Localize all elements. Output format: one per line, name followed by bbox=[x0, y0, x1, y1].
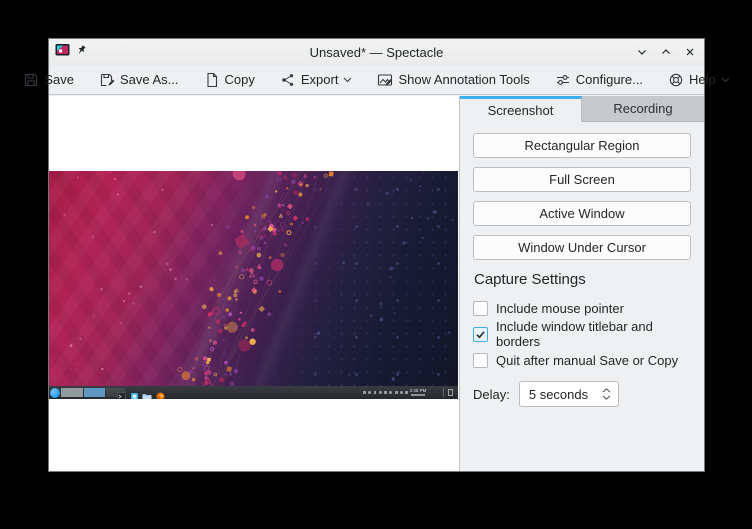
pin-icon bbox=[76, 43, 87, 61]
delay-label: Delay: bbox=[473, 387, 510, 402]
spectacle-app-icon bbox=[55, 43, 70, 62]
capture-settings-heading: Capture Settings bbox=[474, 271, 691, 288]
maximize-button[interactable] bbox=[659, 46, 672, 59]
firefox-icon bbox=[156, 388, 165, 397]
spectacle-window: Unsaved* — Spectacle bbox=[48, 38, 705, 472]
clock-time: 2:45 PM bbox=[403, 388, 433, 393]
save-icon bbox=[23, 72, 39, 88]
clock-date bbox=[411, 394, 425, 397]
delay-spinbox[interactable]: 5 seconds bbox=[519, 381, 619, 407]
checkbox-box[interactable] bbox=[473, 353, 488, 368]
copy-icon bbox=[204, 72, 220, 88]
delay-value: 5 seconds bbox=[529, 387, 588, 402]
screenshot-preview-pane: 2:45 PM bbox=[49, 96, 459, 471]
configure-button[interactable]: Configure... bbox=[552, 70, 646, 90]
system-tray-icons bbox=[363, 391, 408, 394]
titlebar: Unsaved* — Spectacle bbox=[49, 39, 704, 65]
annotation-tools-icon bbox=[377, 72, 393, 88]
show-desktop-button bbox=[448, 389, 453, 396]
chevron-down-icon bbox=[721, 77, 730, 83]
preview-taskbar: 2:45 PM bbox=[49, 386, 458, 399]
capture-panel: Screenshot Recording Rectangular Region … bbox=[459, 96, 704, 471]
checkbox-box[interactable] bbox=[473, 327, 488, 342]
check-icon bbox=[475, 329, 486, 340]
app-launcher-icon bbox=[50, 388, 60, 398]
spin-down-icon[interactable] bbox=[602, 395, 611, 400]
tab-screenshot[interactable]: Screenshot bbox=[460, 96, 582, 122]
minimize-button[interactable] bbox=[635, 46, 648, 59]
task-button-active bbox=[84, 388, 105, 397]
rectangular-region-button[interactable]: Rectangular Region bbox=[473, 133, 691, 158]
dolphin-folder-icon bbox=[142, 388, 151, 397]
delay-row: Delay: 5 seconds bbox=[473, 381, 691, 407]
chevron-down-icon bbox=[343, 77, 352, 83]
spin-up-icon[interactable] bbox=[602, 388, 611, 393]
toolbar: Save Save As... Copy Export bbox=[49, 65, 704, 95]
window-under-cursor-button[interactable]: Window Under Cursor bbox=[473, 235, 691, 260]
copy-button[interactable]: Copy bbox=[201, 70, 258, 90]
checkbox-quit-after-save[interactable]: Quit after manual Save or Copy bbox=[473, 352, 691, 368]
export-share-icon bbox=[280, 72, 296, 88]
mode-tabs: Screenshot Recording bbox=[460, 96, 704, 122]
close-button[interactable] bbox=[683, 46, 696, 59]
clock: 2:45 PM bbox=[403, 388, 433, 397]
export-button[interactable]: Export bbox=[277, 70, 356, 90]
screenshot-preview-image: 2:45 PM bbox=[49, 171, 458, 399]
checkbox-box[interactable] bbox=[473, 301, 488, 316]
active-window-button[interactable]: Active Window bbox=[473, 201, 691, 226]
task-button bbox=[61, 388, 83, 397]
show-annotation-tools-button[interactable]: Show Annotation Tools bbox=[374, 70, 532, 90]
checkbox-include-mouse-pointer[interactable]: Include mouse pointer bbox=[473, 300, 691, 316]
konsole-icon bbox=[117, 388, 126, 397]
help-lifebuoy-icon bbox=[668, 72, 684, 88]
save-button[interactable]: Save bbox=[20, 70, 77, 90]
window-title: Unsaved* — Spectacle bbox=[49, 45, 704, 60]
kde-app-icon bbox=[130, 388, 139, 397]
configure-sliders-icon bbox=[555, 72, 571, 88]
full-screen-button[interactable]: Full Screen bbox=[473, 167, 691, 192]
help-button[interactable]: Help bbox=[665, 70, 733, 90]
save-as-icon bbox=[99, 72, 115, 88]
checkbox-include-titlebar[interactable]: Include window titlebar and borders bbox=[473, 326, 691, 342]
wallpaper-shapes bbox=[49, 171, 458, 399]
tab-recording[interactable]: Recording bbox=[582, 96, 704, 122]
save-as-button[interactable]: Save As... bbox=[96, 70, 182, 90]
